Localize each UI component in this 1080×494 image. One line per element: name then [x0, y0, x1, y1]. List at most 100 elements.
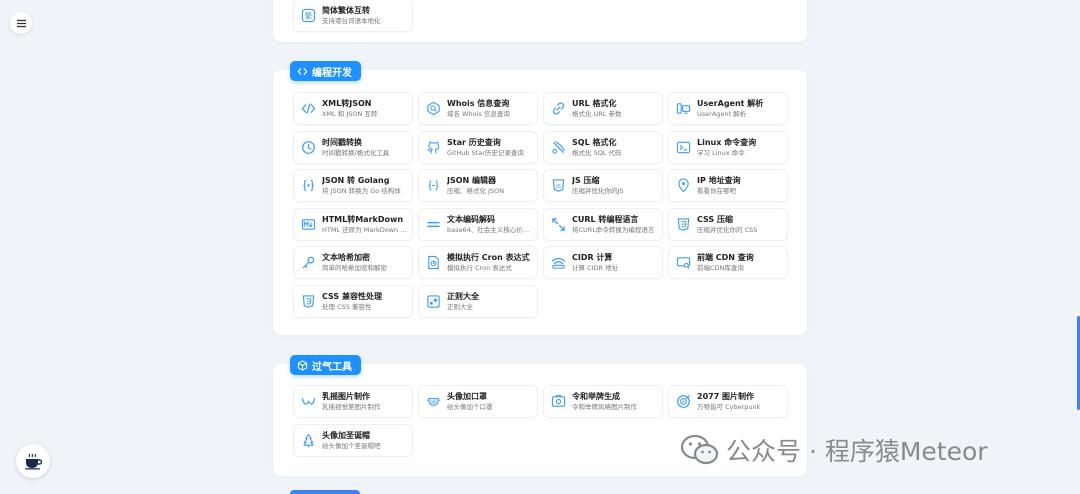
wave-icon — [300, 393, 317, 410]
target-icon — [675, 393, 692, 410]
markdown-icon — [300, 216, 317, 233]
tool-card[interactable]: 正则大全 正则大全 — [419, 286, 537, 317]
tool-desc: 学习 Linux 命令 — [697, 148, 745, 157]
tool-card[interactable]: UserAgent 解析 UserAgent 解析 — [669, 93, 787, 124]
wifi-icon — [550, 254, 567, 271]
tool-card[interactable]: SQL 格式化 格式化 SQL 代码 — [544, 131, 662, 163]
tool-card[interactable]: CURL 转编程语言 将CURL命令转换为编程语言 — [544, 208, 662, 240]
christmas-tree-icon — [300, 432, 317, 449]
tool-title: IP 地址查询 — [697, 176, 741, 186]
css-icon — [300, 293, 317, 310]
tool-title: 前端 CDN 查询 — [697, 253, 754, 263]
tool-card[interactable]: 头像加口罩 给头像加个口罩 — [419, 386, 537, 417]
tool-desc: 格式化 URL 参数 — [572, 110, 622, 118]
tool-title: Star 历史查询 — [447, 137, 501, 147]
tool-card[interactable]: 时间戳转换 时间戳转换/格式化工具 — [294, 131, 412, 163]
tool-title: CSS 兼容性处理 — [322, 292, 382, 301]
tool-desc: 模拟执行 Cron 表达式 — [447, 264, 512, 273]
github-icon — [425, 139, 442, 156]
cron-file-icon — [425, 254, 442, 271]
tool-card[interactable]: IP 地址查询 看看你在哪吧 — [669, 170, 787, 202]
clock-icon — [300, 139, 317, 156]
json-edit-icon — [425, 177, 442, 194]
tool-desc: 万物皆可 Cyberpunk — [697, 403, 761, 411]
section-label: 过气工具 — [312, 361, 352, 373]
database-icon — [550, 139, 567, 156]
tool-title: 令和举牌生成 — [572, 392, 620, 401]
section-tag-programming: 编程开发 — [290, 61, 361, 81]
js-icon: JS — [550, 177, 567, 194]
tool-card[interactable]: JS JS 压缩 压缩并优化你的JS — [544, 170, 662, 202]
tool-desc: UserAgent 解析 — [697, 110, 747, 118]
tool-desc: 看看你在哪吧 — [697, 187, 736, 196]
tool-title: 2077 图片制作 — [697, 392, 755, 401]
equals-icon — [425, 216, 442, 233]
coffee-cup-icon — [25, 453, 43, 470]
tool-card[interactable]: XML转JSON XML 和 JSON 互转 — [294, 93, 412, 124]
menu-icon — [16, 19, 26, 27]
tool-title: 头像加口罩 — [447, 392, 487, 401]
tool-title: 文本编码解码 — [447, 214, 495, 224]
tool-title: SQL 格式化 — [572, 137, 617, 147]
tool-card[interactable]: 2077 图片制作 万物皆可 Cyberpunk — [669, 386, 787, 417]
tool-card[interactable]: Star 历史查询 GitHub Star历史记录查询 — [419, 131, 537, 163]
terminal-icon — [675, 139, 692, 156]
tool-desc: 格式化 SQL 代码 — [572, 148, 622, 157]
tool-card[interactable]: Linux 命令查询 学习 Linux 命令 — [669, 131, 787, 163]
tool-title: HTML转MarkDown — [322, 214, 404, 224]
tool-card[interactable]: JSON 转 Golang 将 JSON 转换为 Go 结构体 — [294, 170, 412, 202]
cube-icon — [297, 359, 308, 371]
braces-icon — [300, 177, 317, 194]
tool-card[interactable]: 头像加圣诞帽 给头像加个圣诞帽吧 — [294, 424, 412, 456]
link-icon — [550, 100, 567, 117]
menu-button[interactable] — [10, 12, 32, 34]
devices-icon — [675, 100, 692, 117]
tool-card[interactable]: JSON 编辑器 压缩、格式化 JSON — [419, 170, 537, 202]
next-section-tag — [290, 490, 360, 494]
tool-card[interactable]: Whois 信息查询 域名 Whois 信息查询 — [419, 93, 537, 124]
tool-desc: 正则大全 — [447, 303, 473, 311]
globe-search-icon — [425, 100, 442, 117]
tool-title: CURL 转编程语言 — [572, 214, 639, 224]
tool-desc: 处理 CSS 兼容性 — [322, 303, 372, 311]
tool-title: 文本哈希加密 — [322, 253, 370, 263]
tool-desc: 压缩、格式化 JSON — [447, 187, 505, 196]
tool-title: CSS 压缩 — [697, 214, 733, 224]
regex-icon — [425, 293, 442, 310]
tool-title: 时间戳转换 — [322, 137, 362, 147]
tool-card[interactable]: HTML转MarkDown HTML 还原为 MarkDown 格式 — [294, 208, 412, 240]
tool-desc: 乳摇视觉差图片制作 — [322, 403, 381, 411]
panel-language: 繁 简体繁体互转 支持港台词语本地化 — [273, 0, 807, 42]
tool-title: JSON 编辑器 — [447, 176, 497, 186]
tool-card[interactable]: 模拟执行 Cron 表达式 模拟执行 Cron 表达式 — [419, 247, 537, 279]
tool-card[interactable]: 文本编码解码 base64、社会主义核心价值观 — [419, 208, 537, 240]
arrows-icon — [550, 216, 567, 233]
tool-card[interactable]: CIDR 计算 计算 CIDR 地址 — [544, 247, 662, 279]
tool-card[interactable]: 乳摇图片制作乳摇视觉差图片制作 — [294, 386, 412, 417]
tool-desc: 将CURL命令转换为编程语言 — [572, 225, 655, 234]
svg-text:繁: 繁 — [305, 11, 313, 21]
tool-title: JSON 转 Golang — [322, 176, 390, 186]
tool-title: 正则大全 — [447, 292, 479, 301]
tool-title: 头像加圣诞帽 — [322, 430, 370, 440]
tool-desc: 令和举牌风格图片制作 — [572, 403, 637, 411]
tool-desc: GitHub Star历史记录查询 — [447, 148, 524, 157]
tool-card[interactable]: 前端 CDN 查询 前端CDN库查询 — [669, 247, 787, 279]
tool-card[interactable]: CSS 兼容性处理 处理 CSS 兼容性 — [294, 286, 412, 317]
coffee-button[interactable] — [16, 444, 50, 478]
code-icon — [297, 67, 308, 75]
tool-title: 模拟执行 Cron 表达式 — [447, 253, 530, 263]
tool-title: 乳摇图片制作 — [322, 392, 370, 401]
tool-desc: 简单的哈希加密和解密 — [322, 264, 387, 273]
tool-title: Linux 命令查询 — [697, 137, 757, 147]
tool-card[interactable]: CSS 压缩 压缩并优化你的 CSS — [669, 208, 787, 240]
code-brackets-icon — [300, 100, 317, 117]
watermark: 公众号 · 程序猿Meteor — [680, 432, 988, 468]
tool-title: UserAgent 解析 — [697, 99, 764, 108]
tool-desc: 时间戳转换/格式化工具 — [322, 148, 390, 157]
tool-card[interactable]: URL 格式化 格式化 URL 参数 — [544, 93, 662, 124]
tool-card[interactable]: 文本哈希加密 简单的哈希加密和解密 — [294, 247, 412, 279]
tool-card[interactable]: 令和举牌生成令和举牌风格图片制作 — [544, 386, 662, 417]
traditional-chinese-icon: 繁 — [300, 7, 317, 24]
tool-card-traditional-simplified[interactable]: 繁 简体繁体互转 支持港台词语本地化 — [294, 0, 412, 31]
